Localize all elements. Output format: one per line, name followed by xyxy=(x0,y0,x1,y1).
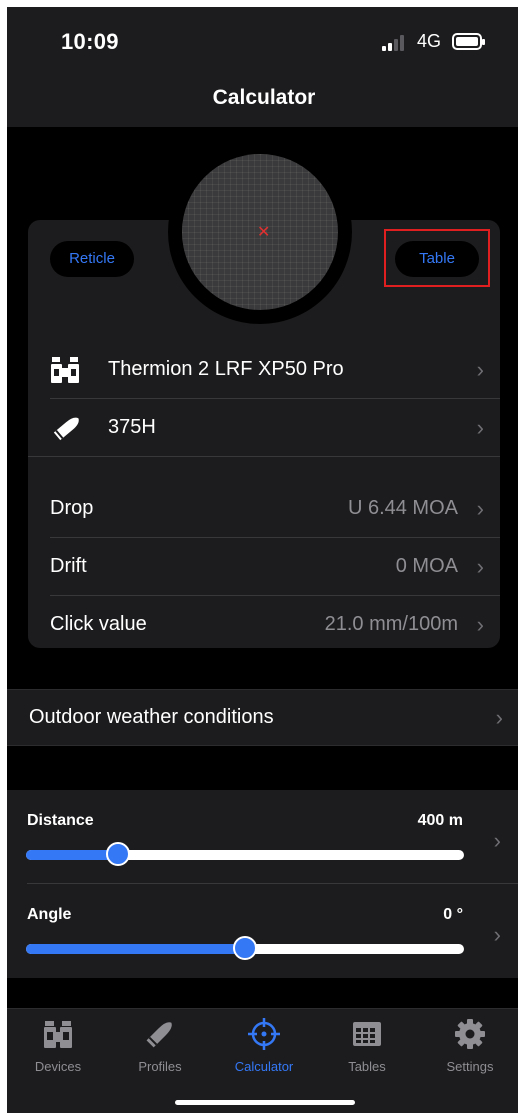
device-row[interactable]: Thermion 2 LRF XP50 Pro › xyxy=(28,341,500,399)
distance-value: 400 m xyxy=(417,812,463,829)
chevron-right-icon: › xyxy=(495,705,503,730)
weather-label: Outdoor weather conditions xyxy=(29,706,274,728)
highlight-box xyxy=(384,229,490,287)
distance-slider-thumb[interactable] xyxy=(105,842,130,866)
network-type: 4G xyxy=(417,31,442,51)
drop-value: U 6.44 MOA xyxy=(347,497,458,519)
crosshair-icon xyxy=(248,1018,280,1050)
weather-row[interactable]: Outdoor weather conditions › xyxy=(7,689,518,746)
divider xyxy=(28,456,500,457)
drop-row[interactable]: Drop U 6.44 MOA › xyxy=(28,480,500,538)
tab-label: Profiles xyxy=(138,1059,182,1074)
tab-settings[interactable]: Settings xyxy=(425,1017,515,1074)
drop-label: Drop xyxy=(50,497,94,519)
sliders-section: Distance 400 m › Angle 0 ° › xyxy=(7,790,518,978)
tab-devices[interactable]: Devices xyxy=(13,1017,103,1074)
angle-label: Angle xyxy=(27,906,72,923)
chevron-right-icon: › xyxy=(476,415,484,440)
tab-tables[interactable]: Tables xyxy=(322,1017,412,1074)
chevron-right-icon[interactable]: › xyxy=(494,922,501,948)
profile-row[interactable]: 375H › xyxy=(28,399,500,457)
click-value-row[interactable]: Click value 21.0 mm/100m › xyxy=(28,596,500,654)
status-time: 10:09 xyxy=(61,29,119,54)
distance-slider[interactable] xyxy=(26,850,464,860)
chevron-right-icon: › xyxy=(476,554,484,579)
tab-bar: Devices Profiles Calculator Tables Setti… xyxy=(7,1008,518,1113)
bullet-icon xyxy=(146,1022,172,1048)
home-indicator xyxy=(175,1100,355,1105)
tab-calculator[interactable]: Calculator xyxy=(219,1017,309,1074)
tab-label: Calculator xyxy=(234,1059,294,1074)
tab-profiles[interactable]: Profiles xyxy=(115,1017,205,1074)
distance-label: Distance xyxy=(27,812,94,829)
device-name: Thermion 2 LRF XP50 Pro xyxy=(108,358,344,380)
phone-screen: 10:09 4G Calculator ✕ Reticle Table Ther… xyxy=(7,7,518,1113)
drift-value: 0 MOA xyxy=(395,555,458,577)
tab-label: Tables xyxy=(348,1059,386,1074)
binoculars-icon xyxy=(44,1021,72,1048)
angle-slider-block: Angle 0 ° › xyxy=(7,884,518,978)
table-icon xyxy=(353,1022,381,1046)
tab-label: Settings xyxy=(446,1059,494,1074)
signal-icon xyxy=(382,35,408,51)
angle-slider-thumb[interactable] xyxy=(233,936,257,960)
click-value-label: Click value xyxy=(50,613,147,635)
gear-icon xyxy=(455,1019,485,1049)
reticle-button[interactable]: Reticle xyxy=(50,241,134,277)
binoculars-icon xyxy=(51,357,79,383)
drift-row[interactable]: Drift 0 MOA › xyxy=(28,538,500,596)
page-title: Calculator xyxy=(212,86,316,109)
bullet-icon xyxy=(53,417,79,441)
angle-value: 0 ° xyxy=(443,906,463,923)
battery-icon xyxy=(452,33,485,50)
distance-slider-block: Distance 400 m › xyxy=(7,790,518,884)
angle-slider-fill xyxy=(26,944,245,954)
distance-slider-fill xyxy=(26,850,118,860)
reticle-cross-icon: ✕ xyxy=(257,224,271,241)
chevron-right-icon: › xyxy=(476,496,484,521)
chevron-right-icon: › xyxy=(476,612,484,637)
top-bar: 10:09 4G Calculator xyxy=(7,7,518,127)
chevron-right-icon: › xyxy=(476,357,484,382)
profile-name: 375H xyxy=(108,416,156,438)
click-value-value: 21.0 mm/100m xyxy=(324,613,458,635)
chevron-right-icon[interactable]: › xyxy=(494,828,501,854)
drift-label: Drift xyxy=(50,555,87,577)
tab-label: Devices xyxy=(34,1059,82,1074)
